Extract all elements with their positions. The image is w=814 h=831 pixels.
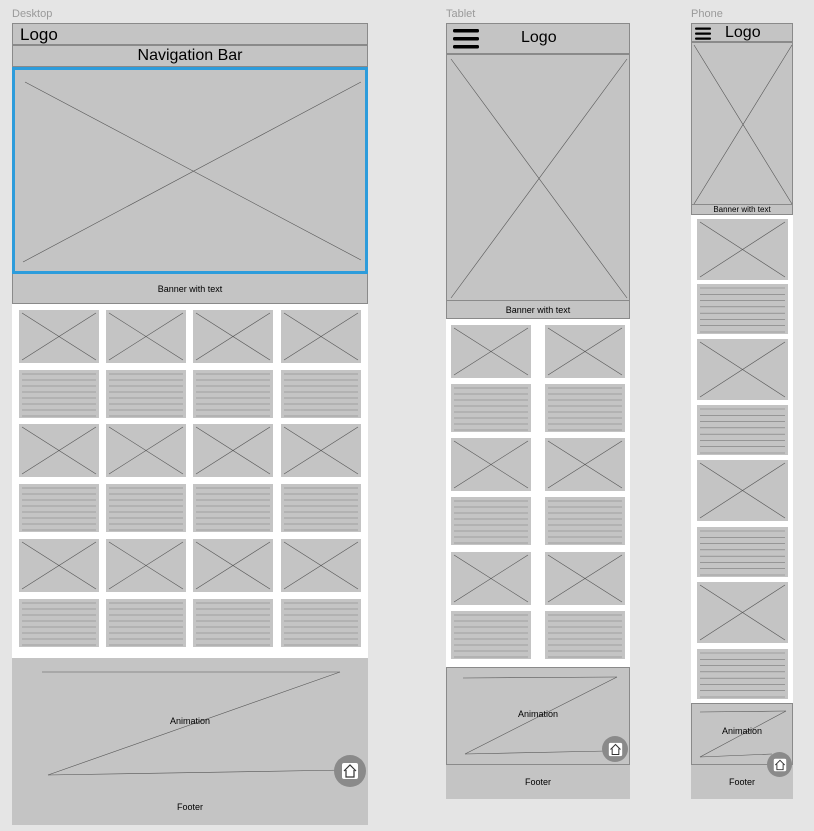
- phone-animation-label: Animation: [722, 726, 763, 736]
- desktop-banner: Banner with text: [12, 274, 368, 304]
- hamburger-icon[interactable]: [453, 28, 479, 50]
- desktop-logo: Logo: [20, 25, 58, 44]
- home-icon: [773, 758, 786, 771]
- tablet-animation-label: Animation: [518, 709, 559, 719]
- desktop-navigation-bar[interactable]: Navigation Bar: [12, 45, 368, 67]
- desktop-card-text-placeholder: [19, 370, 99, 418]
- desktop-card-image-placeholder: [106, 424, 186, 477]
- desktop-card-image-placeholder: [193, 424, 273, 477]
- tablet-card-image-placeholder: [545, 552, 625, 605]
- desktop-card-text-placeholder: [106, 370, 186, 418]
- desktop-card-text-placeholder: [193, 484, 273, 532]
- tablet-banner-text: Banner with text: [505, 304, 571, 315]
- desktop-card-image-placeholder: [19, 539, 99, 592]
- frame-label-desktop: Desktop: [12, 8, 53, 20]
- desktop-card-image-placeholder: [281, 424, 361, 477]
- desktop-card-text-placeholder: [19, 599, 99, 647]
- desktop-card-text-placeholder: [193, 370, 273, 418]
- phone-logo: Logo: [725, 24, 761, 41]
- tablet-card-image-placeholder: [451, 438, 531, 491]
- desktop-card-image-placeholder: [281, 310, 361, 363]
- tablet-card-text-placeholder: [451, 384, 531, 432]
- tablet-card-text-placeholder: [451, 497, 531, 545]
- tablet-card-text-placeholder: [545, 611, 625, 659]
- desktop-card-text-placeholder: [281, 599, 361, 647]
- desktop-card-image-placeholder: [106, 310, 186, 363]
- desktop-card-image-placeholder: [106, 539, 186, 592]
- desktop-animation-area: Animation: [12, 658, 368, 789]
- phone-home-button[interactable]: [767, 752, 792, 777]
- desktop-card-image-placeholder: [281, 539, 361, 592]
- desktop-logo-bar: Logo: [12, 23, 368, 45]
- phone-hero-image: [691, 42, 793, 205]
- tablet-card-image-placeholder: [451, 325, 531, 378]
- tablet-card-image-placeholder: [451, 552, 531, 605]
- tablet-card-text-placeholder: [451, 611, 531, 659]
- phone-banner: Banner with text: [691, 205, 793, 215]
- tablet-footer-text: Footer: [524, 777, 551, 787]
- desktop-card-image-placeholder: [193, 310, 273, 363]
- tablet-logo: Logo: [521, 29, 557, 46]
- phone-card-image-placeholder: [697, 460, 788, 521]
- frame-label-tablet: Tablet: [446, 8, 476, 20]
- phone-card-image-placeholder: [697, 219, 788, 280]
- tablet-home-button[interactable]: [602, 736, 628, 762]
- frame-label-phone: Phone: [691, 8, 723, 20]
- desktop-card-text-placeholder: [106, 599, 186, 647]
- desktop-footer: Footer: [12, 789, 368, 825]
- phone-header: Logo: [691, 23, 793, 42]
- desktop-card-text-placeholder: [19, 484, 99, 532]
- tablet-card-text-placeholder: [545, 497, 625, 545]
- desktop-navigation-label: Navigation Bar: [137, 47, 243, 64]
- phone-banner-text: Banner with text: [713, 205, 771, 214]
- phone-card-text-placeholder: [697, 649, 788, 699]
- desktop-home-button[interactable]: [334, 755, 366, 787]
- desktop-card-text-placeholder: [106, 484, 186, 532]
- phone-footer-text: Footer: [728, 777, 755, 787]
- phone-card-text-placeholder: [697, 405, 788, 455]
- desktop-card-image-placeholder: [19, 310, 99, 363]
- phone-card-text-placeholder: [697, 527, 788, 577]
- tablet-banner: Banner with text: [446, 301, 630, 319]
- desktop-card-image-placeholder: [19, 424, 99, 477]
- desktop-banner-text: Banner with text: [157, 283, 223, 294]
- home-icon: [608, 742, 622, 756]
- home-icon: [342, 763, 358, 779]
- desktop-hero-image: [12, 67, 368, 274]
- tablet-card-image-placeholder: [545, 438, 625, 491]
- tablet-card-image-placeholder: [545, 325, 625, 378]
- tablet-hero-image: [446, 54, 630, 301]
- tablet-footer: Footer: [446, 765, 630, 799]
- tablet-card-text-placeholder: [545, 384, 625, 432]
- desktop-card-text-placeholder: [281, 484, 361, 532]
- hamburger-icon[interactable]: [695, 27, 711, 40]
- phone-card-image-placeholder: [697, 582, 788, 643]
- phone-animation-area: Animation: [691, 703, 793, 777]
- tablet-header: Logo: [446, 23, 630, 54]
- desktop-card-text-placeholder: [193, 599, 273, 647]
- phone-card-image-placeholder: [697, 339, 788, 400]
- desktop-card-image-placeholder: [193, 539, 273, 592]
- desktop-animation-label: Animation: [170, 716, 211, 726]
- desktop-card-text-placeholder: [281, 370, 361, 418]
- desktop-footer-text: Footer: [176, 802, 203, 812]
- tablet-animation-area: Animation: [446, 667, 630, 765]
- phone-card-text-placeholder: [697, 284, 788, 334]
